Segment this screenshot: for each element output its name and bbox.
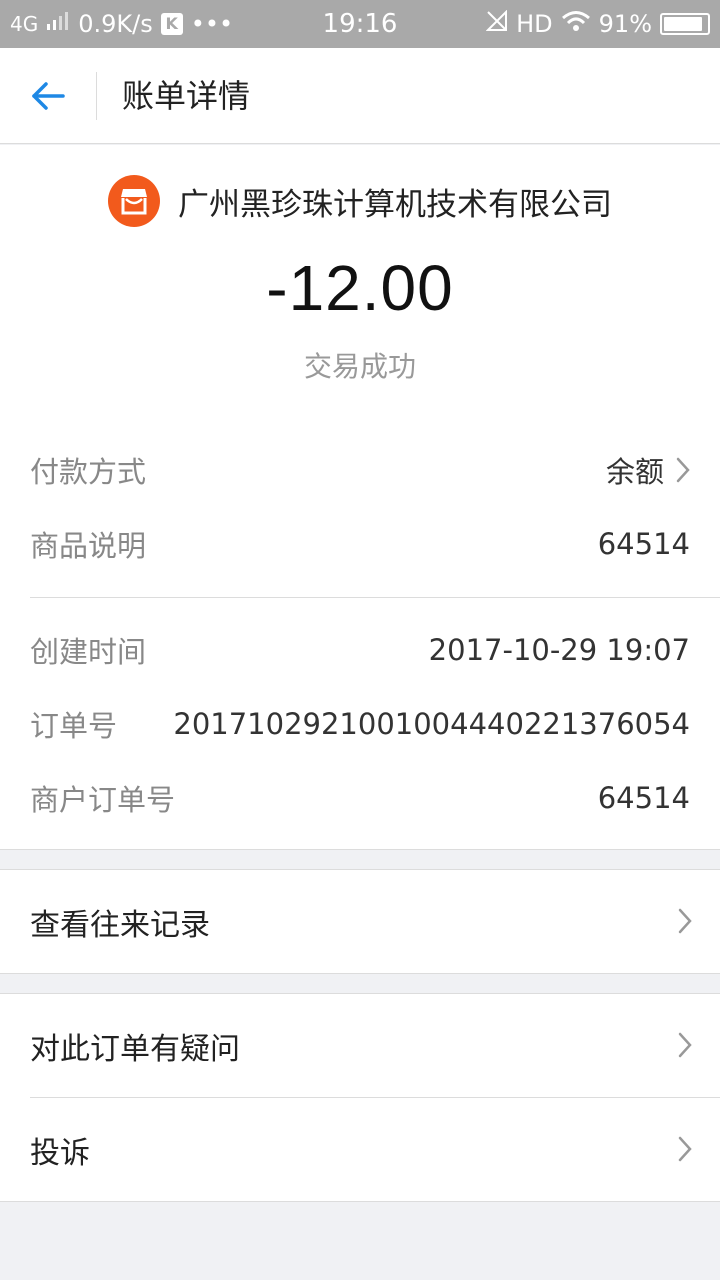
battery-icon (660, 13, 710, 35)
support-group: 对此订单有疑问 投诉 (0, 993, 720, 1202)
status-bar: 4G 0.9K/s K ••• 19:16 HD 91% (0, 0, 720, 48)
hd-label: HD (516, 10, 553, 38)
transaction-status: 交易成功 (303, 350, 416, 383)
k-app-icon: K (160, 13, 183, 35)
view-history-label: 查看往来记录 (30, 907, 210, 943)
back-arrow-icon (32, 82, 65, 110)
back-button[interactable] (24, 72, 72, 120)
wifi-icon (561, 10, 591, 38)
product-description-row: 商品说明 64514 (30, 519, 690, 569)
shop-icon (108, 175, 160, 227)
section-divider (30, 597, 720, 598)
payment-method-value: 余额 (606, 449, 690, 491)
merchant-order-number-row: 商户订单号 64514 (30, 773, 690, 823)
order-number-label: 订单号 (30, 709, 118, 743)
bill-detail-card: 广州黑珍珠计算机技术有限公司 -12.00 交易成功 付款方式 余额 商品说明 … (0, 145, 720, 850)
order-question-item[interactable]: 对此订单有疑问 (0, 994, 720, 1097)
battery-level (664, 17, 703, 31)
status-right: HD 91% (410, 9, 710, 38)
chevron-right-icon (678, 908, 692, 934)
history-group: 查看往来记录 (0, 869, 720, 974)
status-left: 4G 0.9K/s K ••• (10, 10, 310, 38)
product-description-value: 64514 (597, 527, 690, 561)
merchant-order-number-value: 64514 (597, 781, 690, 815)
page-title: 账单详情 (122, 77, 251, 115)
chevron-right-icon (678, 1032, 692, 1058)
transaction-amount: -12.00 (266, 252, 454, 324)
created-time-label: 创建时间 (30, 635, 147, 669)
payment-method-text: 余额 (605, 455, 664, 489)
chevron-right-icon (676, 457, 690, 483)
status-time: 19:16 (322, 9, 398, 39)
complaint-item[interactable]: 投诉 (0, 1098, 720, 1201)
order-number-value: 2017102921001004440221376054 (173, 707, 690, 741)
network-type: 4G (10, 12, 39, 36)
merchant-name: 广州黑珍珠计算机技术有限公司 (178, 186, 612, 223)
merchant-info: 广州黑珍珠计算机技术有限公司 (0, 175, 720, 227)
battery-percent: 91% (598, 10, 652, 38)
created-time-value: 2017-10-29 19:07 (428, 633, 690, 667)
signal-icon (46, 10, 70, 38)
muted-signal-icon (485, 9, 508, 38)
order-question-label: 对此订单有疑问 (30, 1031, 240, 1067)
network-speed: 0.9K/s (78, 10, 153, 38)
header-divider (96, 72, 97, 120)
chevron-right-icon (678, 1136, 692, 1162)
payment-method-row[interactable]: 付款方式 余额 (30, 445, 690, 495)
order-number-row: 订单号 2017102921001004440221376054 (30, 699, 690, 749)
more-dots-icon: ••• (190, 10, 234, 38)
complaint-label: 投诉 (30, 1135, 90, 1171)
merchant-order-number-label: 商户订单号 (30, 783, 176, 817)
created-time-row: 创建时间 2017-10-29 19:07 (30, 625, 690, 675)
view-history-item[interactable]: 查看往来记录 (0, 870, 720, 973)
app-header: 账单详情 (0, 48, 720, 144)
payment-method-label: 付款方式 (30, 455, 147, 489)
product-description-label: 商品说明 (30, 529, 147, 563)
